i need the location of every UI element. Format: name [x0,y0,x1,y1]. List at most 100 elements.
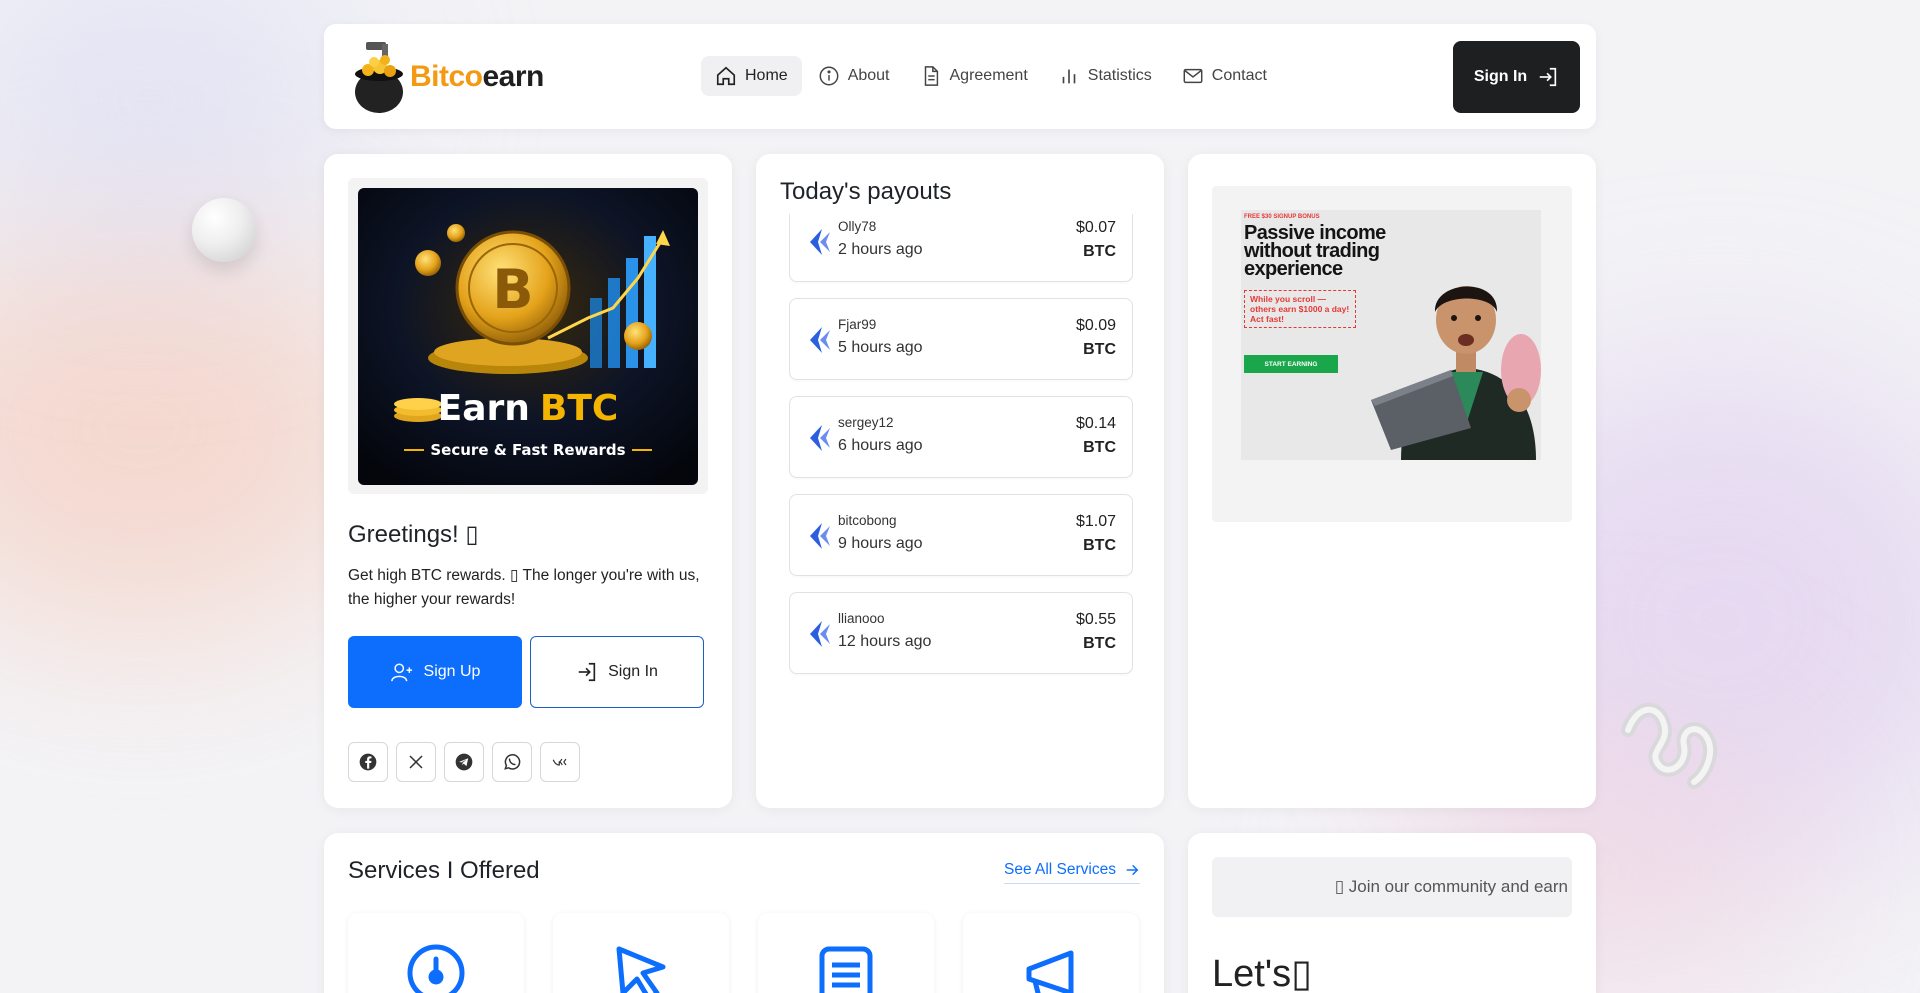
payout-currency: BTC [1083,341,1116,358]
nav-agreement[interactable]: Agreement [906,56,1042,96]
nav-contact[interactable]: Contact [1168,56,1281,96]
banner-subtitle: Secure & Fast Rewards [430,441,625,459]
payouts-card: Today's payouts Olly78 2 hours ago $0.07… [756,154,1164,808]
payout-row: sergey12 6 hours ago $0.14 BTC [789,396,1133,478]
community-card: ▯ Join our community and earn Let's▯ [1188,833,1596,993]
vk-link[interactable] [540,742,580,782]
decorative-sphere [192,198,256,262]
ad-cta-button[interactable]: START EARNING [1244,355,1338,373]
ad-frame: FREE $30 SIGNUP BONUS Passive income wit… [1212,186,1572,522]
x-icon [409,755,423,769]
service-item[interactable] [963,913,1139,993]
social-links [348,742,580,782]
payout-time: 2 hours ago [838,241,923,258]
header-signin-button[interactable]: Sign In [1453,41,1580,113]
nav-contact-label: Contact [1211,67,1267,84]
community-banner[interactable]: ▯ Join our community and earn [1212,857,1572,917]
mail-icon [1183,68,1203,84]
faucetpay-icon [810,621,830,647]
signin-label: Sign In [608,663,658,680]
payout-currency: BTC [1083,439,1116,456]
community-heading: Let's▯ [1212,953,1312,993]
whatsapp-link[interactable] [492,742,532,782]
top-header: Bitcoearn Home About Agreement Statistic… [324,24,1596,129]
arrow-right-icon [1126,864,1139,876]
faucetpay-icon [810,229,830,255]
greeting-description: Get high BTC rewards. ▯ The longer you'r… [348,567,700,608]
cursor-icon [616,946,666,993]
nav-home[interactable]: Home [701,56,802,96]
home-icon [716,66,736,86]
bar-chart-icon [1062,69,1076,84]
welcome-card: B Earn BTC Secure & Fast Rewards Greeting… [324,154,732,808]
payout-user: llianooo [838,611,885,626]
earn-btc-banner: B Earn BTC Secure & Fast Rewards [358,188,698,485]
payout-time: 9 hours ago [838,535,923,552]
greeting-heading: Greetings! ▯ [348,521,479,548]
nav-about[interactable]: About [804,56,904,96]
payout-amount: $0.09 [1075,317,1116,334]
payout-amount: $0.07 [1075,219,1116,236]
payout-currency: BTC [1083,243,1116,260]
services-card: Services I Offered See All Services [324,833,1164,993]
ad-note: While you scroll — others earn $1000 a d… [1244,290,1356,328]
faucetpay-icon [810,425,830,451]
faucetpay-icon [810,523,830,549]
payout-user: sergey12 [838,415,894,430]
payout-user: Fjar99 [838,317,877,332]
whatsapp-icon [504,754,521,770]
header-signin-label: Sign In [1473,68,1528,85]
payout-row: Fjar99 5 hours ago $0.09 BTC [789,298,1133,380]
excited-man-with-laptop-image [1371,286,1541,460]
payout-amount: $0.55 [1075,611,1116,628]
service-item[interactable] [553,913,729,993]
x-link[interactable] [396,742,436,782]
see-all-services-link[interactable]: See All Services [1004,861,1140,884]
info-icon [819,66,839,86]
payout-amount: $1.07 [1075,513,1116,530]
payouts-title: Today's payouts [780,178,952,205]
pot-of-gold-icon [355,42,403,113]
payout-currency: BTC [1083,537,1116,554]
signin-button[interactable]: Sign In [530,636,704,708]
telegram-icon [455,753,473,771]
nav-statistics[interactable]: Statistics [1044,56,1166,96]
brand-name-part2: earn [482,60,545,93]
nav-about-label: About [847,67,890,84]
svg-text:B: B [492,258,533,321]
payout-amount: $0.14 [1075,415,1116,432]
ad-bonus-label: FREE $30 SIGNUP BONUS [1244,214,1320,220]
ad-headline: Passive income without trading experienc… [1244,222,1386,280]
telegram-link[interactable] [444,742,484,782]
vk-icon [552,758,567,766]
megaphone-icon [1026,950,1074,993]
payouts-list[interactable]: Olly78 2 hours ago $0.07 BTC Fjar99 5 ho… [789,214,1133,774]
payout-time: 6 hours ago [838,437,923,454]
faucetpay-icon [810,327,830,353]
nav-agreement-label: Agreement [949,67,1028,84]
signup-button[interactable]: Sign Up [348,636,522,708]
ad-card: FREE $30 SIGNUP BONUS Passive income wit… [1188,154,1596,808]
payout-user: Olly78 [838,219,877,234]
payout-time: 5 hours ago [838,339,923,356]
brand-logo[interactable]: Bitcoearn [352,38,544,116]
service-item[interactable] [758,913,934,993]
payout-time: 12 hours ago [838,633,932,650]
login-icon [578,662,596,682]
hero-banner-frame: B Earn BTC Secure & Fast Rewards [348,178,708,494]
see-all-label: See All Services [1004,861,1116,878]
payout-row: Olly78 2 hours ago $0.07 BTC [789,214,1133,282]
document-icon [924,66,938,86]
login-icon [1539,67,1557,87]
payout-row: llianooo 12 hours ago $0.55 BTC [789,592,1133,674]
services-title: Services I Offered [348,857,540,884]
payout-row: bitcobong 9 hours ago $1.07 BTC [789,494,1133,576]
facebook-link[interactable] [348,742,388,782]
service-item[interactable] [348,913,524,993]
main-nav: Home About Agreement Statistics Contact [701,56,1281,96]
add-user-icon [390,663,412,682]
payout-currency: BTC [1083,635,1116,652]
banner-title-part1: Earn [438,388,530,429]
advertisement-banner[interactable]: FREE $30 SIGNUP BONUS Passive income wit… [1241,210,1541,460]
list-document-icon [819,946,873,993]
